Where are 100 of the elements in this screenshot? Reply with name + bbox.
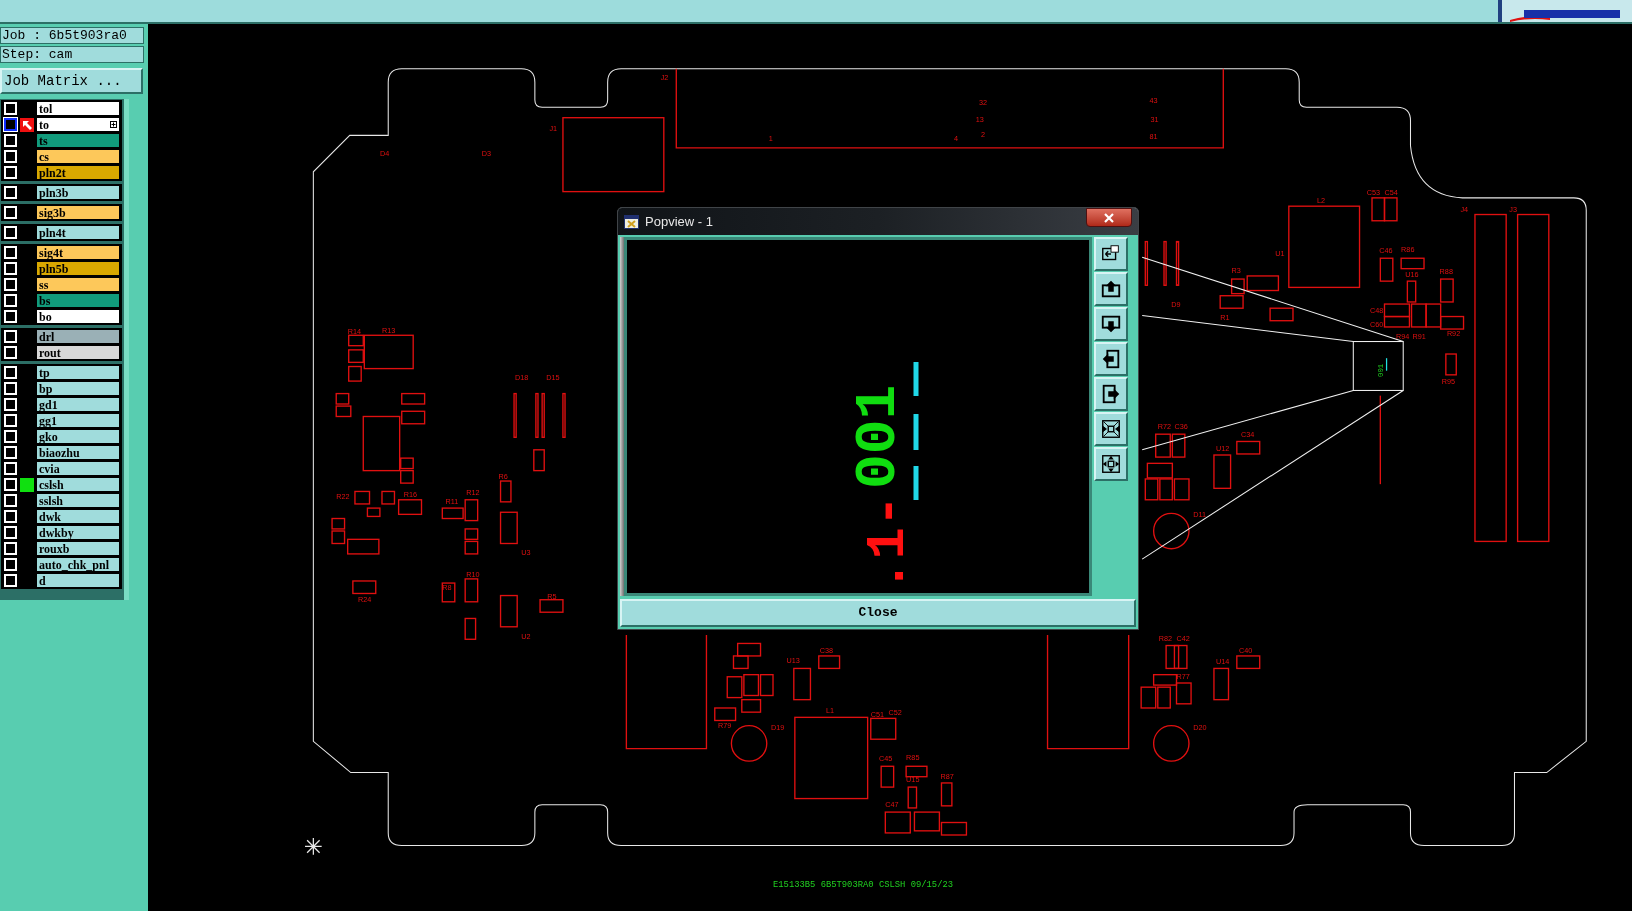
- right-arrow-icon: [1100, 383, 1122, 405]
- layer-name-field[interactable]: pln2t: [36, 165, 120, 180]
- origin-icon: [304, 837, 323, 856]
- layer-name: pln2t: [39, 164, 66, 182]
- move-icon: [1100, 453, 1122, 475]
- layer-name-field[interactable]: tol: [36, 101, 120, 116]
- component-label: C47: [885, 799, 899, 809]
- component-label: 1: [768, 133, 773, 143]
- layer-name-field[interactable]: auto_chk_pnl: [36, 557, 120, 572]
- component-label: C54: [1384, 187, 1398, 197]
- expand-icon: [1100, 418, 1122, 440]
- view-tool-button[interactable]: [1094, 272, 1128, 306]
- close-button[interactable]: [1086, 208, 1132, 227]
- down-arrow-icon: [1100, 313, 1122, 335]
- layer-name-field[interactable]: d: [36, 573, 120, 588]
- layer-name-field[interactable]: sig4t: [36, 245, 120, 260]
- layer-name: rouxb: [39, 540, 70, 558]
- component-label: R88: [1439, 266, 1453, 276]
- component-label: R77: [1176, 671, 1190, 681]
- component-label: D20: [1193, 722, 1207, 732]
- view-tool-button[interactable]: [1094, 447, 1128, 481]
- component-label: C46: [1379, 246, 1393, 256]
- view-tool-button[interactable]: [1094, 307, 1128, 341]
- layer-name-field[interactable]: cs: [36, 149, 120, 164]
- component-label: 13: [975, 114, 984, 124]
- layer-name-field[interactable]: dwkby: [36, 525, 120, 540]
- view-tool-button[interactable]: [1094, 377, 1128, 411]
- component-label: U14: [1216, 657, 1230, 667]
- component-label: L1: [826, 706, 835, 716]
- component-label: R13: [382, 326, 396, 336]
- component-label: J2: [660, 73, 669, 83]
- layer-name: pln4t: [39, 224, 66, 242]
- close-button[interactable]: Close: [620, 599, 1136, 627]
- component-label: C53: [1366, 187, 1381, 197]
- layer-name-field[interactable]: rouxb: [36, 541, 120, 556]
- layer-checkbox[interactable]: [4, 118, 17, 131]
- layer-name: pln5b: [39, 260, 69, 278]
- layer-name-field[interactable]: to: [36, 117, 120, 132]
- component-label: 2: [981, 130, 986, 140]
- component-label: R92: [1446, 329, 1461, 339]
- layer-name: bs: [39, 292, 51, 310]
- layer-name-field[interactable]: sig3b: [36, 205, 120, 220]
- component-label: R5: [547, 591, 557, 601]
- layer-name: rout: [39, 344, 61, 362]
- component-label: D4: [379, 149, 390, 159]
- layer-name-field[interactable]: sslsh: [36, 493, 120, 508]
- layer-name-field[interactable]: dwk: [36, 509, 120, 524]
- layer-name-field[interactable]: ss: [36, 277, 120, 292]
- component-label: 81: [1149, 131, 1158, 141]
- layer-name-field[interactable]: pln4t: [36, 225, 120, 240]
- layer-name-field[interactable]: rout: [36, 345, 120, 360]
- component-label: C36: [1174, 422, 1188, 431]
- component-label: U3: [521, 547, 531, 557]
- component-label: R94: [1395, 332, 1410, 342]
- layer-name: d: [39, 572, 46, 590]
- component-label: U15: [906, 774, 920, 784]
- board-footer-text: E15133B5 6B5T903RA0 CSLSH 09/15/23: [773, 880, 954, 891]
- component-label: 31: [1150, 114, 1159, 124]
- component-label: R6: [498, 471, 508, 481]
- component-label: R16: [403, 489, 418, 499]
- layer-name-field[interactable]: pln5b: [36, 261, 120, 276]
- component-label: J4: [1460, 205, 1469, 215]
- layer-name: biaozhu: [39, 444, 80, 462]
- component-label: C34: [1241, 430, 1255, 440]
- window-title: Popview - 1: [645, 212, 713, 231]
- component-label: R86: [1401, 245, 1415, 254]
- component-label: C42: [1176, 634, 1190, 644]
- component-label: R14: [347, 327, 361, 337]
- layer-name-field[interactable]: bs: [36, 293, 120, 308]
- layer-name-field[interactable]: ts: [36, 133, 120, 148]
- layer-name-field[interactable]: pln3b: [36, 185, 120, 200]
- layer-name: bo: [39, 308, 52, 326]
- layer-name-field[interactable]: biaozhu: [36, 445, 120, 460]
- component-label: L2: [1316, 196, 1325, 206]
- job-matrix-button[interactable]: Job Matrix ...: [0, 68, 143, 94]
- preview-text: 001: [846, 384, 911, 489]
- component-label: D3: [481, 149, 492, 159]
- layer-name-field[interactable]: drl: [36, 329, 120, 344]
- logo-icon: [1510, 10, 1620, 22]
- component-label: D15: [546, 373, 560, 383]
- component-label: C45: [879, 754, 893, 764]
- view-tool-button[interactable]: [1094, 342, 1128, 376]
- component-label: U2: [521, 632, 531, 642]
- component-label: C51: [870, 710, 885, 720]
- component-label: U12: [1216, 443, 1230, 453]
- layer-name: pln3b: [39, 184, 69, 202]
- plus-box-icon: [110, 121, 117, 128]
- view-tool-button[interactable]: [1094, 237, 1128, 271]
- layer-name: sig3b: [39, 204, 66, 222]
- component-label: 4: [953, 133, 958, 143]
- layer-name-field[interactable]: cslsh: [36, 477, 120, 492]
- layer-name: drl: [39, 328, 55, 346]
- component-label: C48: [1369, 306, 1384, 316]
- component-label: R11: [445, 496, 459, 506]
- view-tool-button[interactable]: [1094, 412, 1128, 446]
- layer-name-field[interactable]: bo: [36, 309, 120, 324]
- layer-name: dwk: [39, 508, 61, 526]
- layer-name-field[interactable]: cvia: [36, 461, 120, 476]
- layer-name: ts: [39, 132, 48, 150]
- component-label: R95: [1441, 377, 1456, 387]
